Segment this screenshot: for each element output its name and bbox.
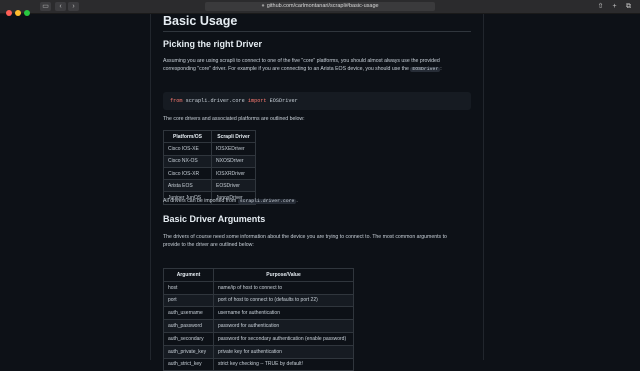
table-cell: auth_password: [163, 319, 214, 333]
paragraph-line: provide to the driver are outlined below…: [163, 242, 254, 248]
arguments-table: Argument Purpose/Value host name/ip of h…: [163, 268, 354, 371]
tabs-overview-icon[interactable]: ⧉: [624, 2, 633, 11]
paragraph-punct: .: [296, 198, 298, 204]
paragraph-punct: :: [440, 66, 442, 72]
paragraph-line: The drivers of course need some informat…: [163, 234, 447, 240]
table-header-cell: Platform/OS: [163, 129, 212, 144]
close-window-button[interactable]: [6, 10, 12, 16]
title-divider: [163, 31, 471, 32]
table-cell: port of host to connect to (defaults to …: [213, 293, 354, 308]
table-cell: name/ip of host to connect to: [213, 280, 354, 295]
paragraph-import-note: All drivers can be imported from scrapli…: [163, 197, 471, 206]
code-name: EOSDriver: [269, 98, 298, 104]
paragraph-arguments-intro: The drivers of course need some informat…: [163, 233, 471, 249]
table-cell: password for secondary authentication (e…: [213, 331, 354, 346]
url-text: github.com/carlmontanari/scrapli#basic-u…: [266, 3, 379, 9]
minimize-window-button[interactable]: [15, 10, 21, 16]
table-cell: host: [163, 280, 214, 295]
code-keyword: from: [170, 98, 183, 104]
table-header-cell: Purpose/Value: [213, 268, 354, 282]
window-controls: [6, 3, 33, 21]
table-row: auth_private_key private key for authent…: [163, 344, 354, 359]
readme-page: Basic Usage Picking the right Driver Ass…: [150, 14, 484, 371]
table-header-cell: Scrapli Driver: [211, 129, 256, 144]
table-row: Cisco NX-OS NXOSDriver: [163, 154, 256, 168]
table-row: Cisco IOS-XR IOSXRDriver: [163, 166, 256, 181]
section-heading-picking-driver: Picking the right Driver: [163, 39, 263, 49]
inline-code-module: scrapli.driver.core: [237, 199, 297, 204]
paragraph-line: corresponding "core" driver. For example…: [163, 66, 409, 72]
table-cell: IOSXRDriver: [211, 166, 256, 181]
table-cell: port: [163, 293, 214, 308]
back-button[interactable]: ‹: [55, 2, 66, 11]
table-cell: Arista EOS: [163, 179, 212, 193]
table-cell: private key for authentication: [213, 344, 354, 359]
table-row: auth_secondary password for secondary au…: [163, 331, 354, 346]
page-title: Basic Usage: [163, 14, 238, 28]
table-cell: IOSXEDriver: [211, 142, 256, 156]
drivers-table: Platform/OS Scrapli Driver Cisco IOS-XE …: [163, 129, 256, 205]
inline-code-eosdriver: EOSDriver: [410, 67, 441, 72]
section-heading-driver-arguments: Basic Driver Arguments: [163, 214, 266, 224]
table-cell: EOSDriver: [211, 179, 256, 193]
table-cell: Cisco IOS-XE: [163, 142, 212, 156]
address-bar[interactable]: ● github.com/carlmontanari/scrapli#basic-…: [205, 2, 435, 11]
table-cell: auth_private_key: [163, 344, 214, 359]
sidebar-toggle-icon[interactable]: ▭: [40, 2, 51, 11]
table-row: port port of host to connect to (default…: [163, 293, 354, 308]
paragraph-line: Assuming you are using scrapli to connec…: [163, 58, 440, 64]
share-icon[interactable]: ⇧: [596, 2, 605, 11]
lock-icon: ●: [261, 3, 265, 9]
table-row: auth_username username for authenticatio…: [163, 306, 354, 321]
table-cell: Cisco IOS-XR: [163, 166, 212, 181]
table-cell: password for authentication: [213, 319, 354, 333]
table-row: auth_password password for authenticatio…: [163, 319, 354, 333]
forward-button[interactable]: ›: [68, 2, 79, 11]
paragraph-line: All drivers can be imported from: [163, 198, 237, 204]
code-module: scrapli.driver.core: [185, 98, 245, 104]
table-header-cell: Argument: [163, 268, 214, 282]
table-row: Cisco IOS-XE IOSXEDriver: [163, 142, 256, 156]
table-row: host name/ip of host to connect to: [163, 280, 354, 295]
table-cell: username for authentication: [213, 306, 354, 321]
code-keyword: import: [247, 98, 267, 104]
table-cell: auth_username: [163, 306, 214, 321]
maximize-window-button[interactable]: [24, 10, 30, 16]
table-cell: NXOSDriver: [211, 154, 256, 168]
table-row: Arista EOS EOSDriver: [163, 179, 256, 193]
table-cell: Cisco NX-OS: [163, 154, 212, 168]
paragraph-core-platforms: Assuming you are using scrapli to connec…: [163, 57, 471, 74]
table-header-row: Argument Purpose/Value: [163, 268, 354, 282]
code-block-import: from scrapli.driver.core import EOSDrive…: [163, 92, 471, 110]
new-tab-icon[interactable]: +: [610, 2, 619, 11]
paragraph-drivers-outlined: The core drivers and associated platform…: [163, 116, 305, 122]
table-header-row: Platform/OS Scrapli Driver: [163, 129, 256, 144]
table-cell: auth_secondary: [163, 331, 214, 346]
browser-toolbar: ▭ ‹ › ● github.com/carlmontanari/scrapli#…: [0, 0, 640, 16]
